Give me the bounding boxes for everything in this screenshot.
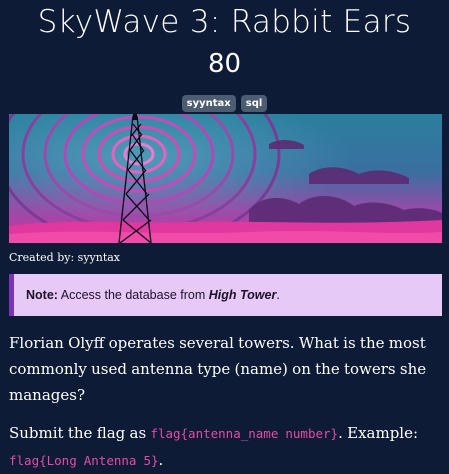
challenge-points: 80 (207, 49, 242, 79)
note-text-end: . (276, 288, 280, 302)
submit-text: Submit the flag as (9, 424, 151, 442)
note-text: Access the database from (57, 288, 209, 302)
challenge-title: SkyWave 3: Rabbit Ears (37, 4, 412, 40)
note-emphasis: High Tower (208, 288, 277, 302)
radio-tower-illustration (9, 114, 442, 243)
note-label: Note: (26, 288, 58, 302)
created-by: Created by: syyntax (9, 251, 121, 264)
submit-text-middle: . Example: (338, 424, 419, 442)
challenge-card: SkyWave 3: Rabbit Ears 80 syyntax sql Cr… (0, 0, 449, 473)
submit-instructions: Submit the flag as flag{antenna_name num… (9, 420, 445, 474)
tag-sql[interactable]: sql (240, 95, 268, 112)
challenge-question: Florian Olyff operates several towers. W… (9, 334, 427, 404)
flag-format: flag{antenna_name number} (150, 426, 339, 441)
tag-list: syyntax sql (0, 95, 449, 112)
note-callout: Note: Access the database from High Towe… (9, 274, 442, 316)
submit-text-end: . (158, 451, 164, 469)
flag-example: flag{Long Antenna 5} (9, 453, 159, 468)
tag-syyntax[interactable]: syyntax (181, 95, 236, 112)
